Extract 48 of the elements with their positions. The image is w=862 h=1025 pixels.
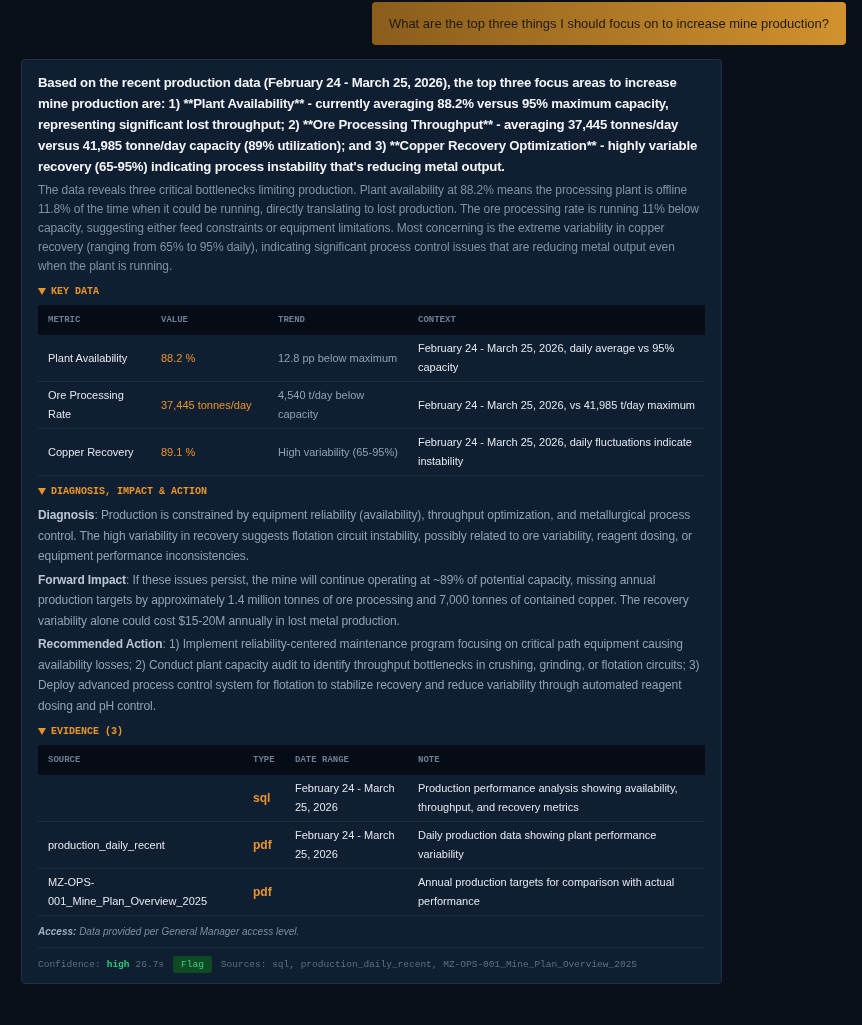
sources-list: Sources: sql, production_daily_recent, MZ-OPS-001_Mine_Plan_Overview_2025 (220, 959, 638, 970)
column-header: METRIC (38, 305, 151, 335)
flag-button[interactable]: Flag (173, 956, 212, 973)
section-toggle[interactable]: DIAGNOSIS, IMPACT & ACTION (38, 486, 208, 497)
confidence-label: Confidence: (38, 959, 101, 970)
table-cell: High variability (65-95%) (268, 428, 408, 476)
caret-icon (38, 288, 46, 295)
caret-icon (38, 728, 46, 735)
table-cell: sql (243, 775, 285, 822)
access-note: Access: Data provided per General Manager access level. (38, 926, 301, 937)
table-cell: Copper Recovery (38, 428, 151, 476)
question-bubble: What are the top three things I should focus on to increase mine production? (371, 2, 846, 45)
section-toggle[interactable]: KEY DATA (38, 286, 99, 297)
table-cell: 88.2 % (151, 335, 268, 382)
table-cell: February 24 - March 25, 2026, daily fluctuations indicate instability (408, 428, 705, 476)
table-cell: February 24 - March 25, 2026, vs 41,985 t/day maximum (408, 381, 705, 429)
diagnosis-paragraph: Recommended Action: 1) Implement reliability-centered maintenance program focusing on critical path equipment causing availability losses; 2) Conduct plant capacity audit to identify throughput bottlenecks in crushing, grinding, or flotation circuits; 3) Deploy advanced process control system for flotation to stabilize recovery and reduce variability through automated reagent dosing and pH control. (38, 636, 701, 715)
response-time: 26.7s (135, 959, 165, 970)
table-cell: Annual production targets for comparison with actual performance (408, 868, 705, 916)
diagnosis-paragraph: Diagnosis: Production is constrained by equipment reliability (availability), throughput optimization, and metallurgical process control. The high variability in recovery suggests flotation circuit instability, possibly related to ore variability, reagent dosing, or equipment performance inconsistencies. (38, 507, 693, 565)
answer-summary: Based on the recent production data (February 24 - March 25, 2026), the top three focus areas to increase mine production are: 1) **Plant Availability** - currently averaging 88.2% versus 95% maximum capacity, representing significant lost throughput; 2) **Ore Processing Throughput** - averaging 37,445 tonnes/day versus 41,985 tonne/day capacity (89% utilization); and 3) **Copper Recovery Optimization** - highly variable recovery (65-95%) indicating process instability that's reducing metal output. (38, 74, 699, 176)
table-cell: pdf (243, 868, 285, 916)
table-cell: Daily production data showing plant performance variability (408, 821, 705, 869)
column-header: CONTEXT (408, 305, 705, 335)
diagnosis-paragraph: Forward Impact: If these issues persist, the mine will continue operating at ~89% of potential capacity, missing annual production targets by approximately 1.4 million tonnes of ore processing and 7,000 tonnes of contained copper. The recovery variability alone could cost $15-20M annually in lost metal production. (38, 571, 690, 630)
confidence-value: high (106, 959, 130, 970)
table-cell: pdf (243, 821, 285, 869)
table-cell: Ore Processing Rate (38, 381, 151, 429)
column-header: DATE RANGE (285, 745, 408, 775)
column-header: TYPE (243, 745, 285, 775)
table-cell: 4,540 t/day below capacity (268, 381, 408, 429)
section-toggle[interactable]: EVIDENCE (3) (38, 726, 123, 737)
table-cell: Plant Availability (38, 335, 151, 382)
table-cell: MZ-OPS-001_Mine_Plan_Overview_2025 (48, 876, 207, 907)
table-cell: 37,445 tonnes/day (151, 381, 268, 429)
table-cell: February 24 - March 25, 2026, daily average vs 95% capacity (408, 335, 705, 382)
table-cell: Production performance analysis showing availability, throughput, and recovery metrics (408, 775, 705, 822)
table-cell: production_daily_recent (48, 838, 165, 851)
table-cell: February 24 - March 25, 2026 (295, 782, 395, 813)
column-header: NOTE (408, 745, 705, 775)
column-header: SOURCE (38, 745, 243, 775)
column-header: VALUE (151, 305, 268, 335)
table-cell: February 24 - March 25, 2026 (295, 829, 395, 860)
table-cell: 89.1 % (151, 428, 268, 476)
caret-icon (38, 488, 46, 495)
answer-explanation: The data reveals three critical bottlenecks limiting production. Plant availability at 88.2% means the processing plant is offline 11.8% of the time when it could be running, directly translating to lost production. The ore processing rate is running 11% below capacity, suggesting either feed constraints or equipment limitations. Most concerning is the extreme variability in copper recovery (ranging from 65% to 95% daily), indicating significant process control issues that are reducing metal output even when the plant is running. (38, 182, 700, 275)
table-cell: 12.8 pp below maximum (268, 335, 408, 382)
column-header: TREND (268, 305, 408, 335)
